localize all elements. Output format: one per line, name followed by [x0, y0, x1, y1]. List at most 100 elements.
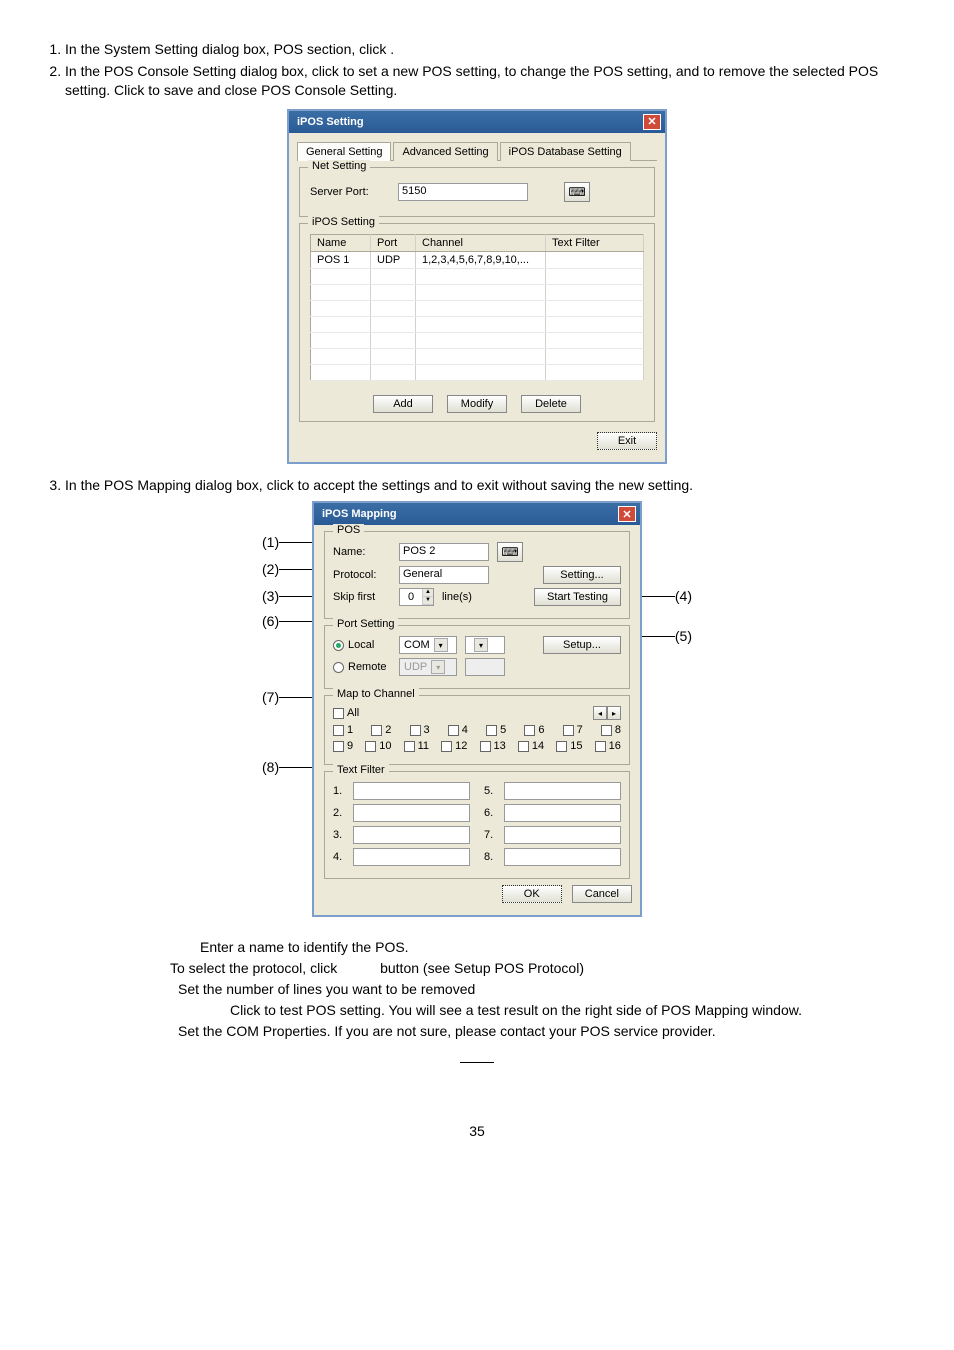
net-setting-legend: Net Setting	[308, 160, 370, 172]
col-port[interactable]: Port	[371, 234, 416, 251]
map-channel-fieldset: Map to Channel All ◂ ▸ 1 2 3	[324, 695, 630, 765]
protocol-input[interactable]: General	[399, 566, 489, 584]
col-channel[interactable]: Channel	[416, 234, 546, 251]
ch-11[interactable]: 11	[404, 740, 429, 752]
name-label: Name:	[333, 546, 391, 558]
skip-spinner[interactable]: 0 ▲▼	[399, 588, 434, 606]
server-port-input[interactable]: 5150	[398, 183, 528, 201]
chevron-down-icon: ▾	[434, 638, 448, 652]
remote-radio[interactable]: Remote	[333, 661, 391, 673]
desc-3: Set the number of lines you want to be r…	[178, 979, 854, 1000]
tab-advanced-label: Advanced Setting	[402, 146, 488, 158]
setting-button[interactable]: Setting...	[543, 566, 621, 584]
page-left-icon[interactable]: ◂	[593, 706, 607, 720]
net-setting-fieldset: Net Setting Server Port: 5150 ⌨	[299, 167, 655, 217]
ch-7[interactable]: 7	[563, 724, 583, 736]
port-legend: Port Setting	[333, 618, 398, 630]
filter-input-3[interactable]	[353, 826, 470, 844]
name-input[interactable]: POS 2	[399, 543, 489, 561]
keyboard-icon-button[interactable]: ⌨	[497, 542, 523, 562]
pos-table: Name Port Channel Text Filter POS 1 UDP …	[310, 234, 644, 381]
annot-7: (7)	[262, 689, 279, 705]
all-label: All	[347, 707, 359, 719]
tab-general[interactable]: General Setting	[297, 142, 391, 161]
spinner-down-icon[interactable]: ▼	[423, 597, 433, 605]
ipos-mapping-titlebar: iPOS Mapping ✕	[314, 503, 640, 525]
lines-label: line(s)	[442, 591, 472, 603]
filter-num: 6.	[484, 807, 496, 819]
step3-text: In the POS Mapping dialog box, click to …	[65, 477, 693, 493]
close-icon[interactable]: ✕	[618, 506, 636, 522]
annot-6: (6)	[262, 613, 279, 629]
filter-input-6[interactable]	[504, 804, 621, 822]
ch-14[interactable]: 14	[518, 740, 544, 752]
ch-label: 3	[424, 724, 430, 736]
filter-input-7[interactable]	[504, 826, 621, 844]
tab-database[interactable]: iPOS Database Setting	[500, 142, 631, 161]
ipos-tabs: General Setting Advanced Setting iPOS Da…	[297, 141, 657, 161]
ch-label: 5	[500, 724, 506, 736]
filter-input-8[interactable]	[504, 848, 621, 866]
ch-label: 4	[462, 724, 468, 736]
ch-label: 13	[494, 740, 506, 752]
server-port-label: Server Port:	[310, 186, 390, 198]
ch-6[interactable]: 6	[524, 724, 544, 736]
filter-input-2[interactable]	[353, 804, 470, 822]
ch-label: 2	[385, 724, 391, 736]
ch-13[interactable]: 13	[480, 740, 506, 752]
add-button[interactable]: Add	[373, 395, 433, 413]
filter-input-1[interactable]	[353, 782, 470, 800]
annot-8: (8)	[262, 759, 279, 775]
remote-label: Remote	[348, 661, 387, 673]
com-dropdown[interactable]: COM ▾	[399, 636, 457, 654]
ipos-setting-dialog: iPOS Setting ✕ General Setting Advanced …	[287, 109, 667, 464]
start-testing-button[interactable]: Start Testing	[534, 588, 621, 606]
filter-num: 7.	[484, 829, 496, 841]
delete-button[interactable]: Delete	[521, 395, 581, 413]
annot-5: (5)	[675, 628, 692, 644]
port-setting-fieldset: Port Setting Local COM▾ ▾ Setup... Remot…	[324, 625, 630, 689]
ch-10[interactable]: 10	[365, 740, 391, 752]
page-right-icon[interactable]: ▸	[607, 706, 621, 720]
ok-button[interactable]: OK	[502, 885, 562, 903]
ch-15[interactable]: 15	[556, 740, 582, 752]
filter-input-4[interactable]	[353, 848, 470, 866]
udp-value: UDP	[404, 661, 427, 673]
keyboard-icon-button[interactable]: ⌨	[564, 182, 590, 202]
tab-advanced[interactable]: Advanced Setting	[393, 142, 497, 161]
col-filter[interactable]: Text Filter	[546, 234, 644, 251]
ch-4[interactable]: 4	[448, 724, 468, 736]
local-radio[interactable]: Local	[333, 639, 391, 651]
all-checkbox[interactable]: All	[333, 707, 359, 719]
ipos-mapping-title: iPOS Mapping	[322, 508, 397, 520]
cancel-button[interactable]: Cancel	[572, 885, 632, 903]
ipos-setting-title: iPOS Setting	[297, 116, 364, 128]
close-icon[interactable]: ✕	[643, 114, 661, 130]
spinner-up-icon[interactable]: ▲	[423, 589, 433, 597]
ch-2[interactable]: 2	[371, 724, 391, 736]
ch-9[interactable]: 9	[333, 740, 353, 752]
com-num-dropdown[interactable]: ▾	[465, 636, 505, 654]
annot-2: (2)	[262, 561, 279, 577]
filter-num: 8.	[484, 851, 496, 863]
ch-label: 16	[609, 740, 621, 752]
ch-3[interactable]: 3	[410, 724, 430, 736]
ch-label: 7	[577, 724, 583, 736]
skip-label: Skip first	[333, 591, 391, 603]
ch-8[interactable]: 8	[601, 724, 621, 736]
ch-16[interactable]: 16	[595, 740, 621, 752]
ch-1[interactable]: 1	[333, 724, 353, 736]
exit-button[interactable]: Exit	[597, 432, 657, 450]
filter-input-5[interactable]	[504, 782, 621, 800]
col-name[interactable]: Name	[311, 234, 371, 251]
setup-button[interactable]: Setup...	[543, 636, 621, 654]
local-label: Local	[348, 639, 374, 651]
ch-12[interactable]: 12	[441, 740, 467, 752]
com-value: COM	[404, 639, 430, 651]
table-row[interactable]: POS 1 UDP 1,2,3,4,5,6,7,8,9,10,...	[311, 251, 644, 268]
remote-port-input	[465, 658, 505, 676]
modify-button[interactable]: Modify	[447, 395, 507, 413]
pos-legend: POS	[333, 524, 364, 536]
ch-5[interactable]: 5	[486, 724, 506, 736]
filter-legend: Text Filter	[333, 764, 389, 776]
